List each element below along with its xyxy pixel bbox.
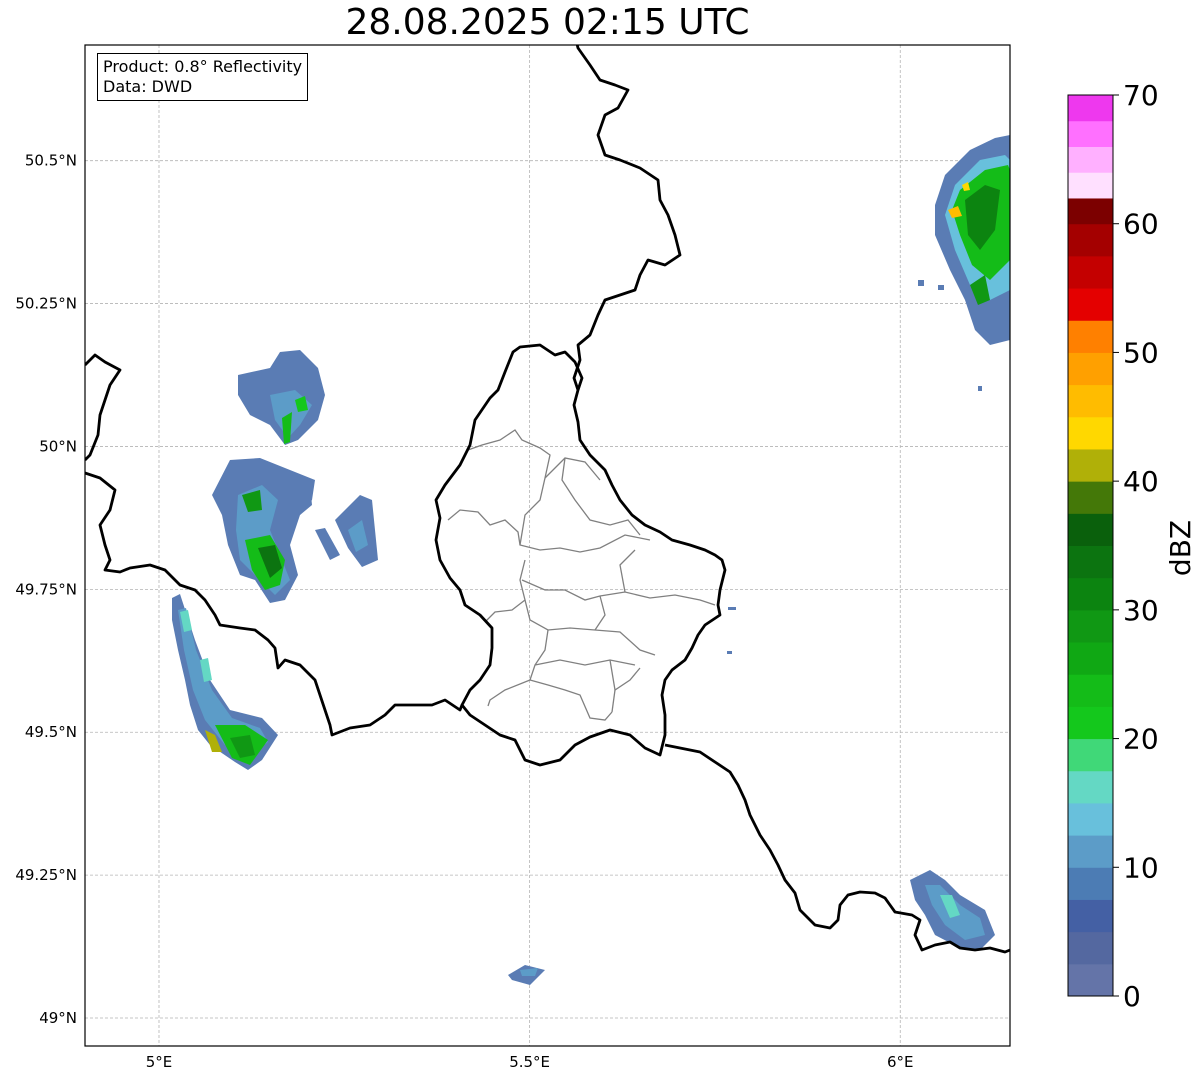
colorbar-tick-label: 0 <box>1123 980 1141 1013</box>
colorbar-segment <box>1068 513 1113 546</box>
latitude-label: 50°N <box>39 437 77 455</box>
colorbar-segment <box>1068 320 1113 353</box>
colorbar-segment <box>1068 172 1113 199</box>
colorbar-segment <box>1068 384 1113 418</box>
latitude-label: 49°N <box>39 1009 77 1027</box>
product-line: Product: 0.8° Reflectivity <box>103 57 303 76</box>
colorbar-segment <box>1068 963 1113 997</box>
latitude-labels: 50.5°N 50.25°N 50°N 49.75°N 49.5°N 49.25°N 49°… <box>15 152 77 1027</box>
colorbar-tick-label: 60 <box>1123 208 1159 241</box>
latitude-label: 49.75°N <box>15 580 77 598</box>
colorbar-segment <box>1068 416 1113 450</box>
longitude-label: 6°E <box>887 1053 914 1071</box>
colorbar-segment <box>1068 146 1113 173</box>
colorbar-segment <box>1068 835 1113 868</box>
colorbar-tick-labels: 0 10 20 30 40 50 60 70 <box>1113 79 1159 1013</box>
product-info-box: Product: 0.8° Reflectivity Data: DWD <box>97 53 309 101</box>
colorbar-tick-label: 50 <box>1123 336 1159 369</box>
colorbar-segment <box>1068 899 1113 933</box>
colorbar-segment <box>1068 448 1113 482</box>
colorbar-segment <box>1068 642 1113 675</box>
colorbar-unit-label: dBZ <box>1164 520 1197 576</box>
echo-speck <box>728 607 736 610</box>
colorbar-segment <box>1068 706 1113 740</box>
colorbar-segment <box>1068 255 1113 289</box>
colorbar-segment <box>1068 577 1113 611</box>
colorbar-segment <box>1068 770 1113 804</box>
colorbar-segment <box>1068 545 1113 579</box>
colorbar-segment <box>1068 867 1113 900</box>
colorbar-tick-label: 10 <box>1123 851 1159 884</box>
colorbar-segment <box>1068 481 1113 514</box>
longitude-label: 5°E <box>146 1053 173 1071</box>
colorbar-segment <box>1068 288 1113 321</box>
data-source-line: Data: DWD <box>103 77 193 96</box>
echo-speck <box>727 651 732 654</box>
colorbar-segment <box>1068 197 1113 225</box>
colorbar-segment <box>1068 352 1113 386</box>
colorbar-tick-label: 30 <box>1123 594 1159 627</box>
colorbar-segment <box>1068 802 1113 836</box>
colorbar <box>1068 95 1113 997</box>
colorbar-segment <box>1068 738 1113 772</box>
latitude-label: 50.5°N <box>25 152 77 170</box>
colorbar-segment <box>1068 674 1113 707</box>
colorbar-segment <box>1068 120 1113 147</box>
latitude-label: 49.25°N <box>15 866 77 884</box>
longitude-labels: 5°E5.5°E6°E6.5°E7°E <box>146 1053 914 1071</box>
colorbar-segment <box>1068 931 1113 965</box>
map-background <box>85 45 1010 1046</box>
radar-map: 5°E5.5°E6°E6.5°E7°E 50.5°N50.25°N50°N49.… <box>15 44 1197 1071</box>
colorbar-segment <box>1068 223 1113 257</box>
longitude-label: 5.5°E <box>509 1053 550 1071</box>
latitude-label: 50.25°N <box>15 295 77 313</box>
colorbar-tick-label: 40 <box>1123 465 1159 498</box>
colorbar-segment <box>1068 95 1113 122</box>
colorbar-segment <box>1068 609 1113 643</box>
colorbar-tick-label: 70 <box>1123 79 1159 112</box>
colorbar-tick-label: 20 <box>1123 723 1159 756</box>
latitude-label: 49.5°N <box>25 723 77 741</box>
